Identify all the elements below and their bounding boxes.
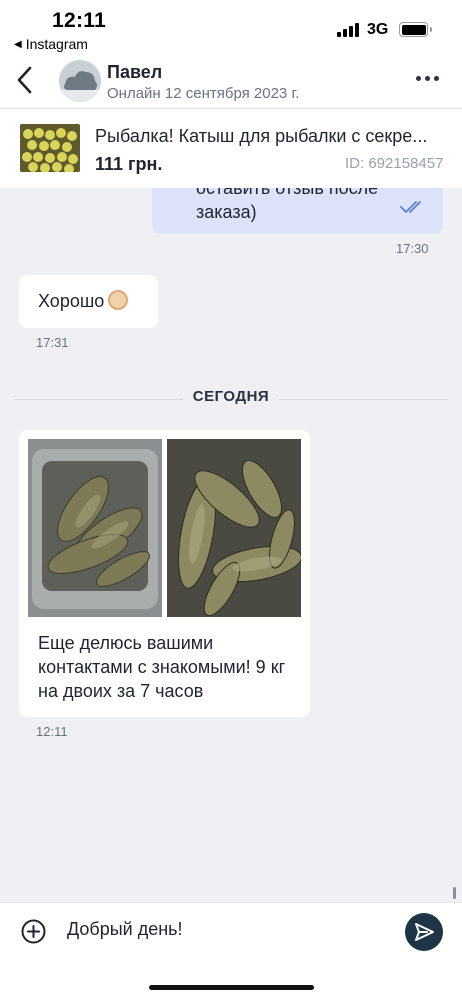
ok-hand-emoji-icon <box>108 290 129 310</box>
outgoing-text-line2: заказа) <box>196 202 257 222</box>
more-options-icon[interactable] <box>416 76 439 81</box>
photo-message-time: 12:11 <box>36 724 68 739</box>
product-thumbnail <box>20 124 80 172</box>
network-type: 3G <box>367 21 389 38</box>
chat-messages[interactable]: оставить отзыв после заказа) 17:30 Хорош… <box>0 188 462 902</box>
outgoing-message-text: оставить отзыв после заказа) <box>196 188 378 224</box>
back-arrow-icon[interactable] <box>14 64 38 96</box>
date-divider-label: СЕГОДНЯ <box>182 388 280 405</box>
incoming-message: Хорошо <box>19 275 158 328</box>
online-status: Онлайн 12 сентября 2023 г. <box>107 85 300 102</box>
product-title: Рыбалка! Катыш для рыбалки с секре... <box>95 126 428 146</box>
date-divider: СЕГОДНЯ <box>14 386 448 406</box>
fish-photo-1[interactable] <box>28 439 162 617</box>
incoming-message-time: 17:31 <box>36 335 69 350</box>
send-button[interactable] <box>405 913 443 951</box>
read-checkmarks-icon <box>400 201 421 213</box>
outgoing-message-time: 17:30 <box>396 241 429 256</box>
hello-text: Хорошо <box>38 291 105 311</box>
back-to-app-link[interactable]: ◀ Instagram <box>14 36 88 52</box>
photo-message-text: Еще делюсь вашими контактами с знакомыми… <box>38 633 286 701</box>
outgoing-text-line1: оставить отзыв после <box>196 188 379 198</box>
home-indicator[interactable] <box>149 985 314 990</box>
product-id: ID: 692158457 <box>345 155 444 172</box>
outgoing-message: оставить отзыв после заказа) <box>152 188 443 234</box>
contact-name: Павел <box>107 62 163 82</box>
message-input[interactable]: Добрый день! <box>67 919 183 940</box>
chat-header: Павел Онлайн 12 сентября 2023 г. <box>0 56 462 108</box>
signal-icon <box>337 21 359 37</box>
back-triangle-icon: ◀ <box>14 38 22 50</box>
product-card[interactable]: Рыбалка! Катыш для рыбалки с секре... 11… <box>0 108 462 188</box>
incoming-message-text: Хорошо <box>38 290 129 312</box>
back-app-label: Instagram <box>25 36 88 52</box>
status-bar: 12:11 ◀ Instagram 3G <box>0 0 462 56</box>
send-icon <box>415 923 434 941</box>
add-attachment-icon[interactable] <box>21 919 46 944</box>
status-time: 12:11 <box>52 9 107 32</box>
scrollbar[interactable] <box>453 887 456 899</box>
avatar[interactable] <box>59 60 101 102</box>
battery-icon <box>399 22 432 37</box>
fish-photo-2[interactable] <box>167 439 301 617</box>
product-price: 111 грн. <box>95 154 163 174</box>
incoming-photo-message: Еще делюсь вашими контактами с знакомыми… <box>19 430 310 717</box>
